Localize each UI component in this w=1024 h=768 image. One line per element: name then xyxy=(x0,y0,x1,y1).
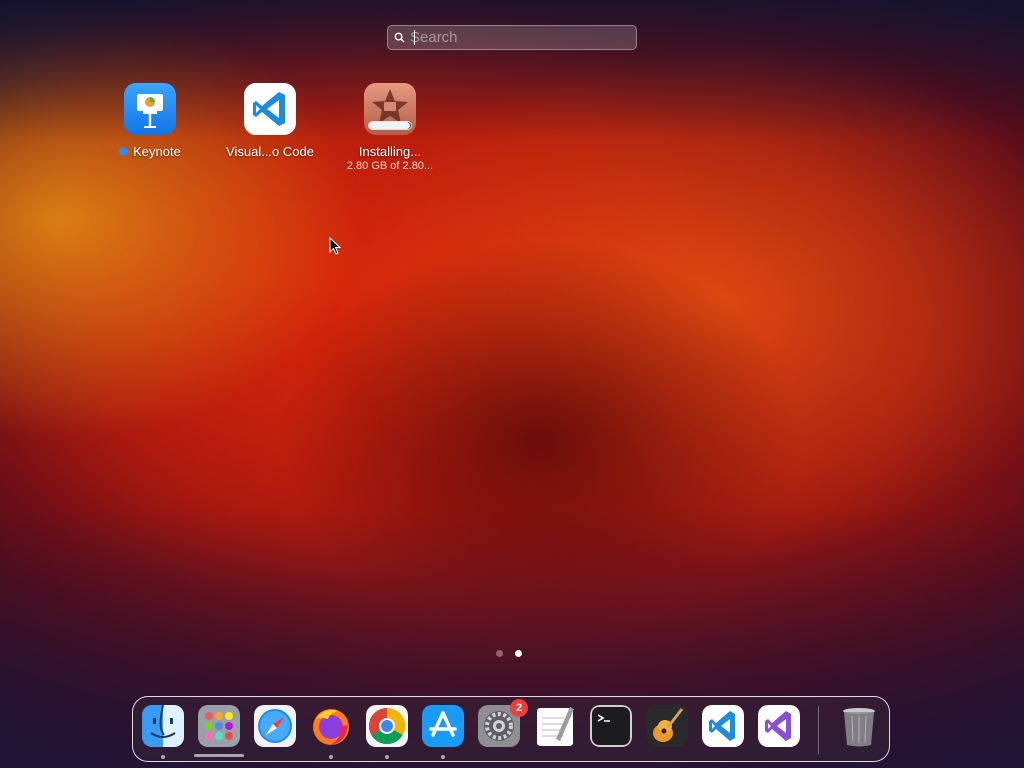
launchpad-search[interactable] xyxy=(387,25,637,50)
app-store-icon xyxy=(422,705,464,747)
dock-launchpad[interactable] xyxy=(194,705,244,757)
dock-firefox[interactable] xyxy=(310,705,354,759)
dock-chrome[interactable] xyxy=(366,705,410,759)
trash-icon xyxy=(838,705,880,747)
dock-system-settings[interactable]: 2 xyxy=(478,699,528,749)
running-indicator xyxy=(161,755,165,759)
page-dot-2[interactable] xyxy=(515,650,522,657)
app-vscode[interactable]: Visual...o Code xyxy=(210,83,330,159)
page-indicator xyxy=(496,650,522,657)
app-label: Installing... xyxy=(358,144,422,159)
search-icon xyxy=(388,32,410,43)
notification-badge: 2 xyxy=(510,699,528,717)
dock-vscode[interactable] xyxy=(702,705,746,749)
new-app-dot xyxy=(119,147,129,156)
install-progress-bar xyxy=(368,121,412,130)
app-installing[interactable]: Installing... 2.80 GB of 2.80... xyxy=(330,83,450,172)
dock-app-store[interactable] xyxy=(422,705,466,759)
vscode-icon xyxy=(702,705,744,747)
dock-finder[interactable] xyxy=(142,705,186,759)
running-indicator xyxy=(329,755,333,759)
running-indicator xyxy=(441,755,445,759)
install-progress-fill xyxy=(369,122,411,129)
dock-separator xyxy=(818,706,819,754)
install-status: 2.80 GB of 2.80... xyxy=(346,160,434,172)
firefox-icon xyxy=(310,705,352,747)
app-keynote[interactable]: Keynote xyxy=(90,83,210,159)
vscode-icon xyxy=(244,83,296,135)
search-input[interactable] xyxy=(410,29,636,46)
dock: 2 xyxy=(132,696,890,762)
terminal-icon xyxy=(590,705,632,747)
garageband-icon xyxy=(646,705,688,747)
dock-garageband[interactable] xyxy=(646,705,690,749)
app-label: Keynote xyxy=(133,144,181,159)
page-dot-1[interactable] xyxy=(496,650,503,657)
dock-textedit[interactable] xyxy=(534,705,578,749)
mouse-cursor-icon xyxy=(329,236,342,260)
active-indicator xyxy=(194,754,244,757)
app-label: Visual...o Code xyxy=(226,144,314,159)
dock-safari[interactable] xyxy=(254,705,298,749)
running-indicator xyxy=(385,755,389,759)
text-caret xyxy=(414,30,415,45)
dock-visual-studio[interactable] xyxy=(758,705,802,749)
finder-icon xyxy=(142,705,184,747)
launchpad-icon xyxy=(198,705,240,747)
imovie-icon xyxy=(364,83,416,135)
visual-studio-icon xyxy=(758,705,800,747)
safari-icon xyxy=(254,705,296,747)
textedit-icon xyxy=(534,705,576,747)
dock-trash[interactable] xyxy=(838,705,882,749)
chrome-icon xyxy=(366,705,408,747)
keynote-icon xyxy=(124,83,176,135)
dock-terminal[interactable] xyxy=(590,705,634,749)
